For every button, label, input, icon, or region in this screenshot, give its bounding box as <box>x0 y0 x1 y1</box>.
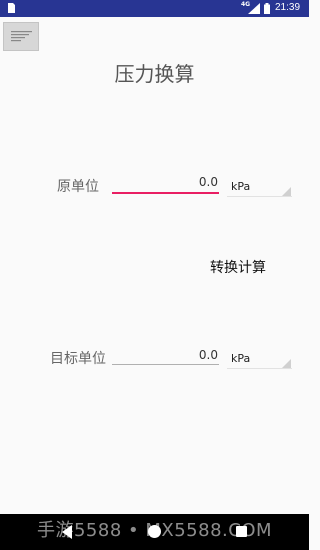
target-unit-label: 目标单位 <box>50 351 106 367</box>
target-value-input[interactable] <box>112 345 219 365</box>
app-screen: 4G 21:39 压力换算 原单位 kPa 转换计算 目标单位 kPa <box>0 0 309 550</box>
target-value-underline <box>112 364 219 365</box>
target-unit-value: kPa <box>231 352 251 365</box>
menu-button[interactable] <box>3 22 39 51</box>
spinner-arrow-icon <box>282 359 291 368</box>
status-time: 21:39 <box>275 2 301 13</box>
spinner-arrow-icon <box>282 187 291 196</box>
spinner-underline <box>227 196 292 197</box>
signal-icon <box>248 3 260 14</box>
sim-card-icon <box>8 3 15 13</box>
watermark: 手游5588 • MX5588.COM <box>36 520 273 541</box>
convert-button[interactable]: 转换计算 <box>200 256 276 278</box>
battery-icon <box>264 3 270 14</box>
source-unit-spinner[interactable]: kPa <box>227 176 292 198</box>
target-unit-spinner[interactable]: kPa <box>227 348 292 370</box>
source-value-input[interactable] <box>112 172 219 192</box>
spinner-underline <box>227 368 292 369</box>
menu-icon <box>11 31 32 42</box>
source-unit-value: kPa <box>231 180 251 193</box>
source-unit-label: 原单位 <box>57 179 99 195</box>
source-value-underline <box>112 192 219 194</box>
page-title: 压力换算 <box>114 62 195 86</box>
status-bar: 4G 21:39 <box>0 0 309 17</box>
